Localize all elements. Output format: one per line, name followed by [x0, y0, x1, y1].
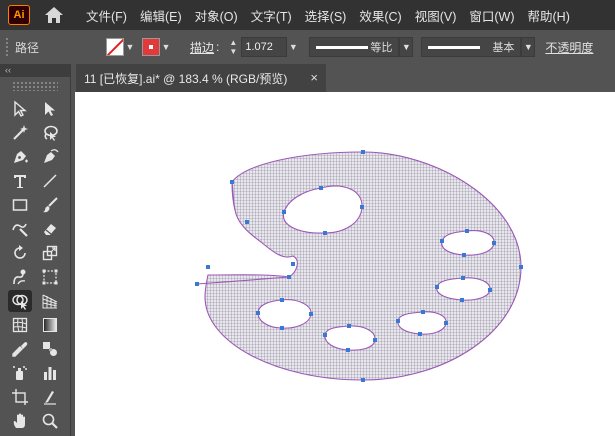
menu-window[interactable]: 窗口(W)	[469, 6, 514, 25]
variable-width-chevron-down-icon[interactable]: ▼	[399, 37, 414, 57]
rotate-tool-icon[interactable]	[8, 242, 32, 264]
artwork[interactable]	[75, 92, 615, 436]
brush-definition-label: 基本	[492, 42, 515, 54]
tools-grip[interactable]	[12, 81, 58, 91]
perspective-grid-tool-icon[interactable]	[38, 290, 62, 312]
document-tab-strip: 11 [已恢复].ai* @ 183.4 % (RGB/预览) ×	[71, 64, 615, 92]
shape-builder-tool-icon[interactable]	[8, 290, 32, 312]
palette-shape[interactable]	[204, 151, 522, 381]
fill-swatch[interactable]	[106, 38, 125, 56]
menu-effect[interactable]: 效果(C)	[359, 6, 401, 25]
document-tab[interactable]: 11 [已恢复].ai* @ 183.4 % (RGB/预览) ×	[76, 64, 326, 92]
type-tool-icon[interactable]	[8, 170, 32, 192]
eraser-tool-icon[interactable]	[38, 218, 62, 240]
stroke-weight-chevron-down-icon[interactable]: ▼	[287, 38, 299, 56]
artboard-tool-icon[interactable]	[8, 386, 32, 408]
stroke-swatch[interactable]	[142, 38, 161, 56]
brush-preview-icon	[428, 46, 481, 49]
menu-select[interactable]: 选择(S)	[305, 6, 347, 25]
tools-panel: ‹‹	[0, 64, 71, 436]
hand-tool-icon[interactable]	[8, 410, 32, 432]
rectangle-tool-icon[interactable]	[8, 194, 32, 216]
lasso-tool-icon[interactable]	[38, 122, 62, 144]
menu-object[interactable]: 对象(O)	[195, 6, 238, 25]
stroke-dropdown-chevron-down-icon[interactable]: ▼	[160, 38, 172, 56]
illustrator-logo-icon: Ai	[8, 5, 30, 25]
scale-tool-icon[interactable]	[38, 242, 62, 264]
width-profile-preview-icon	[316, 46, 369, 49]
menu-edit[interactable]: 编辑(E)	[140, 6, 182, 25]
shaper-tool-icon[interactable]	[8, 218, 32, 240]
menu-bar: Ai 文件(F) 编辑(E) 对象(O) 文字(T) 选择(S) 效果(C) 视…	[0, 0, 615, 30]
brush-definition-select[interactable]: 基本	[421, 37, 522, 57]
pen-tool-icon[interactable]	[8, 146, 32, 168]
artboard-canvas[interactable]	[75, 92, 615, 436]
slice-tool-icon[interactable]	[38, 386, 62, 408]
selection-tool-icon[interactable]	[8, 98, 32, 120]
selection-type-label: 路径	[15, 40, 40, 55]
free-transform-tool-icon[interactable]	[38, 266, 62, 288]
brush-definition-chevron-down-icon[interactable]: ▼	[521, 37, 536, 57]
stroke-label[interactable]: 描边	[190, 39, 214, 56]
tools-collapse-button[interactable]: ‹‹	[0, 64, 70, 77]
stroke-weight-input[interactable]: 1.072	[241, 37, 288, 57]
close-icon[interactable]: ×	[310, 70, 318, 85]
menu-file[interactable]: 文件(F)	[86, 6, 127, 25]
paintbrush-tool-icon[interactable]	[38, 194, 62, 216]
stroke-weight-stepper-icon[interactable]: ▲ ▼	[227, 36, 239, 58]
control-bar: 路径 ▼ ▼ 描边 : ▲ ▼ 1.072 ▼ 等比 ▼ 基本 ▼ 不透明度	[0, 30, 615, 65]
column-graph-tool-icon[interactable]	[38, 362, 62, 384]
control-bar-grip[interactable]	[5, 37, 9, 57]
gradient-tool-icon[interactable]	[38, 314, 62, 336]
variable-width-profile-label: 等比	[370, 42, 393, 54]
menu-help[interactable]: 帮助(H)	[528, 6, 570, 25]
opacity-label[interactable]: 不透明度	[545, 39, 593, 56]
document-tab-title: 11 [已恢复].ai* @ 183.4 % (RGB/预览)	[84, 71, 288, 86]
eyedropper-tool-icon[interactable]	[8, 338, 32, 360]
menu-view[interactable]: 视图(V)	[415, 6, 457, 25]
home-icon[interactable]	[44, 5, 64, 25]
symbol-sprayer-tool-icon[interactable]	[8, 362, 32, 384]
magic-wand-tool-icon[interactable]	[8, 122, 32, 144]
blend-tool-icon[interactable]	[38, 338, 62, 360]
menu-items: 文件(F) 编辑(E) 对象(O) 文字(T) 选择(S) 效果(C) 视图(V…	[86, 6, 583, 25]
line-segment-tool-icon[interactable]	[38, 170, 62, 192]
zoom-tool-icon[interactable]	[38, 410, 62, 432]
menu-type[interactable]: 文字(T)	[251, 6, 292, 25]
curvature-tool-icon[interactable]	[38, 146, 62, 168]
mesh-tool-icon[interactable]	[8, 314, 32, 336]
direct-selection-tool-icon[interactable]	[38, 98, 62, 120]
stroke-colon: :	[216, 40, 220, 54]
fill-dropdown-chevron-down-icon[interactable]: ▼	[124, 38, 136, 56]
variable-width-profile-select[interactable]: 等比	[309, 37, 400, 57]
warp-tool-icon[interactable]	[8, 266, 32, 288]
